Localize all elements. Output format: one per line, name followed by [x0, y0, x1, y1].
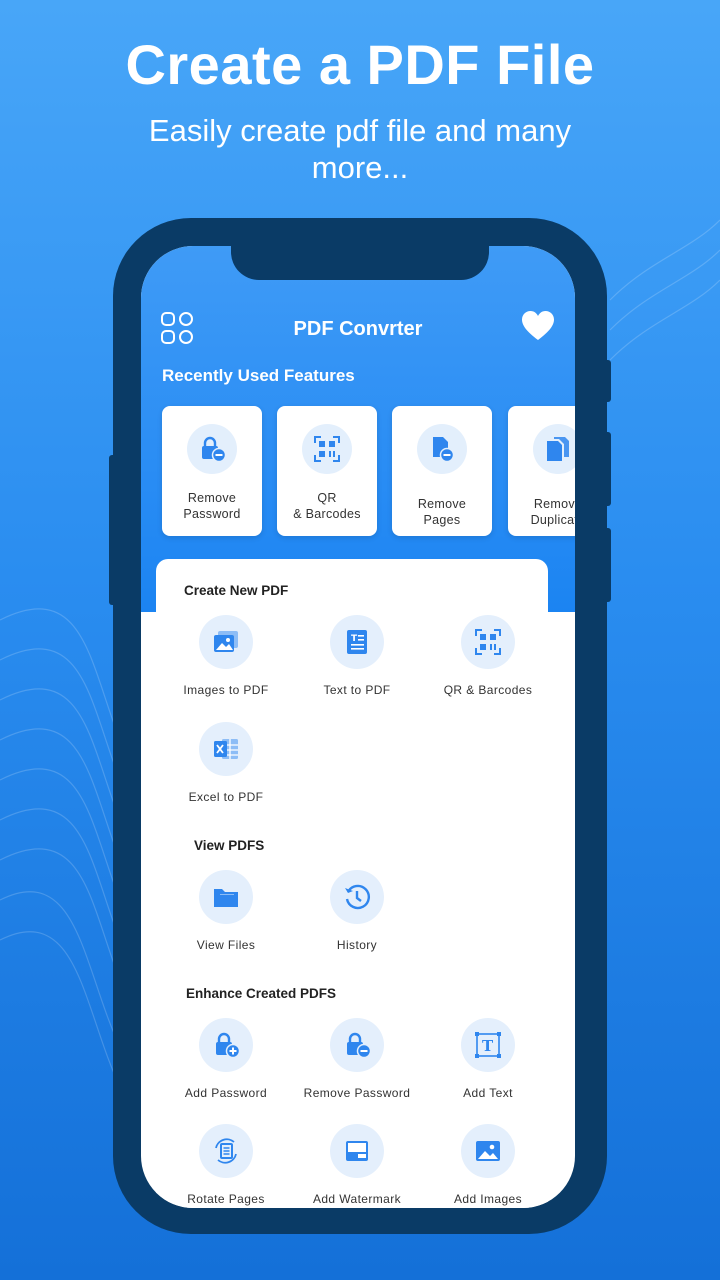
feature-text-to-pdf[interactable]: T Text to PDF — [292, 615, 422, 705]
feature-add-password[interactable]: Add Password — [161, 1018, 291, 1108]
feature-label: Add Images — [453, 1192, 523, 1206]
app-title: PDF Convrter — [293, 318, 423, 340]
feature-label: Images to PDF — [183, 683, 269, 697]
duplicate-pages-icon — [533, 424, 575, 474]
history-clock-icon — [330, 870, 384, 924]
svg-text:T: T — [482, 1037, 494, 1055]
promo-subline: Easily create pdf file and many more... — [148, 113, 572, 185]
qr-code-icon — [461, 615, 515, 669]
feature-label: Add Watermark — [312, 1192, 402, 1206]
section-title-view: View PDFS — [194, 838, 265, 853]
recent-card-remove-pages[interactable]: Remove Pages — [392, 406, 492, 536]
phone-volume-button — [603, 432, 611, 506]
feature-label: Add Text — [463, 1086, 513, 1100]
recent-card-qr-barcodes[interactable]: QR & Barcodes — [277, 406, 377, 536]
lock-minus-icon — [330, 1018, 384, 1072]
feature-label: View Files — [196, 938, 256, 952]
feature-history[interactable]: History — [292, 870, 422, 960]
lock-plus-icon — [199, 1018, 253, 1072]
phone-notch — [231, 218, 489, 280]
features-panel: Create New PDF Images to PDF T Text to P… — [156, 559, 548, 1208]
lock-minus-icon — [187, 424, 237, 474]
text-document-icon: T — [330, 615, 384, 669]
feature-qr-barcodes[interactable]: QR & Barcodes — [423, 615, 553, 705]
feature-view-files[interactable]: View Files — [161, 870, 291, 960]
images-icon — [199, 615, 253, 669]
phone-screen: PDF Convrter Recently Used Features Remo… — [141, 246, 575, 1208]
feature-label: Remove Password — [303, 1086, 411, 1100]
rotate-page-icon — [199, 1124, 253, 1178]
section-title-create: Create New PDF — [184, 583, 289, 598]
folder-icon — [199, 870, 253, 924]
image-icon — [461, 1124, 515, 1178]
recent-card-remove-duplicate[interactable]: Remove Duplicate — [508, 406, 575, 536]
excel-icon — [199, 722, 253, 776]
feature-label: QR & Barcodes — [443, 683, 533, 697]
phone-volume-button — [603, 360, 611, 402]
feature-label: Add Password — [184, 1086, 268, 1100]
qr-code-icon — [302, 424, 352, 474]
feature-excel-to-pdf[interactable]: Excel to PDF — [161, 722, 291, 812]
feature-add-images[interactable]: Add Images — [423, 1124, 553, 1208]
feature-add-watermark[interactable]: Add Watermark — [292, 1124, 422, 1208]
favorite-heart-icon[interactable] — [521, 310, 555, 342]
text-frame-icon: T — [461, 1018, 515, 1072]
recent-card-label: Remove Pages — [417, 497, 467, 527]
recent-card-label: Remove Duplicate — [530, 497, 575, 527]
svg-text:T: T — [351, 634, 358, 644]
recent-card-label: QR & Barcodes — [293, 491, 361, 521]
page-minus-icon — [417, 424, 467, 474]
promo-headline: Create a PDF File — [125, 33, 595, 96]
recent-features-title: Recently Used Features — [162, 366, 355, 385]
feature-label: Excel to PDF — [188, 790, 264, 804]
feature-label: History — [336, 938, 378, 952]
phone-side-button — [109, 455, 117, 605]
recent-card-label: Remove Password — [183, 491, 241, 521]
feature-images-to-pdf[interactable]: Images to PDF — [161, 615, 291, 705]
feature-label: Text to PDF — [323, 683, 391, 697]
phone-volume-button — [603, 528, 611, 602]
feature-add-text[interactable]: T Add Text — [423, 1018, 553, 1108]
feature-remove-password[interactable]: Remove Password — [292, 1018, 422, 1108]
feature-label: Rotate Pages — [187, 1192, 265, 1206]
watermark-icon — [330, 1124, 384, 1178]
recent-card-remove-password[interactable]: Remove Password — [162, 406, 262, 536]
section-title-enhance: Enhance Created PDFS — [186, 986, 337, 1001]
menu-grid-icon[interactable] — [161, 312, 193, 344]
feature-rotate-pages[interactable]: Rotate Pages — [161, 1124, 291, 1208]
